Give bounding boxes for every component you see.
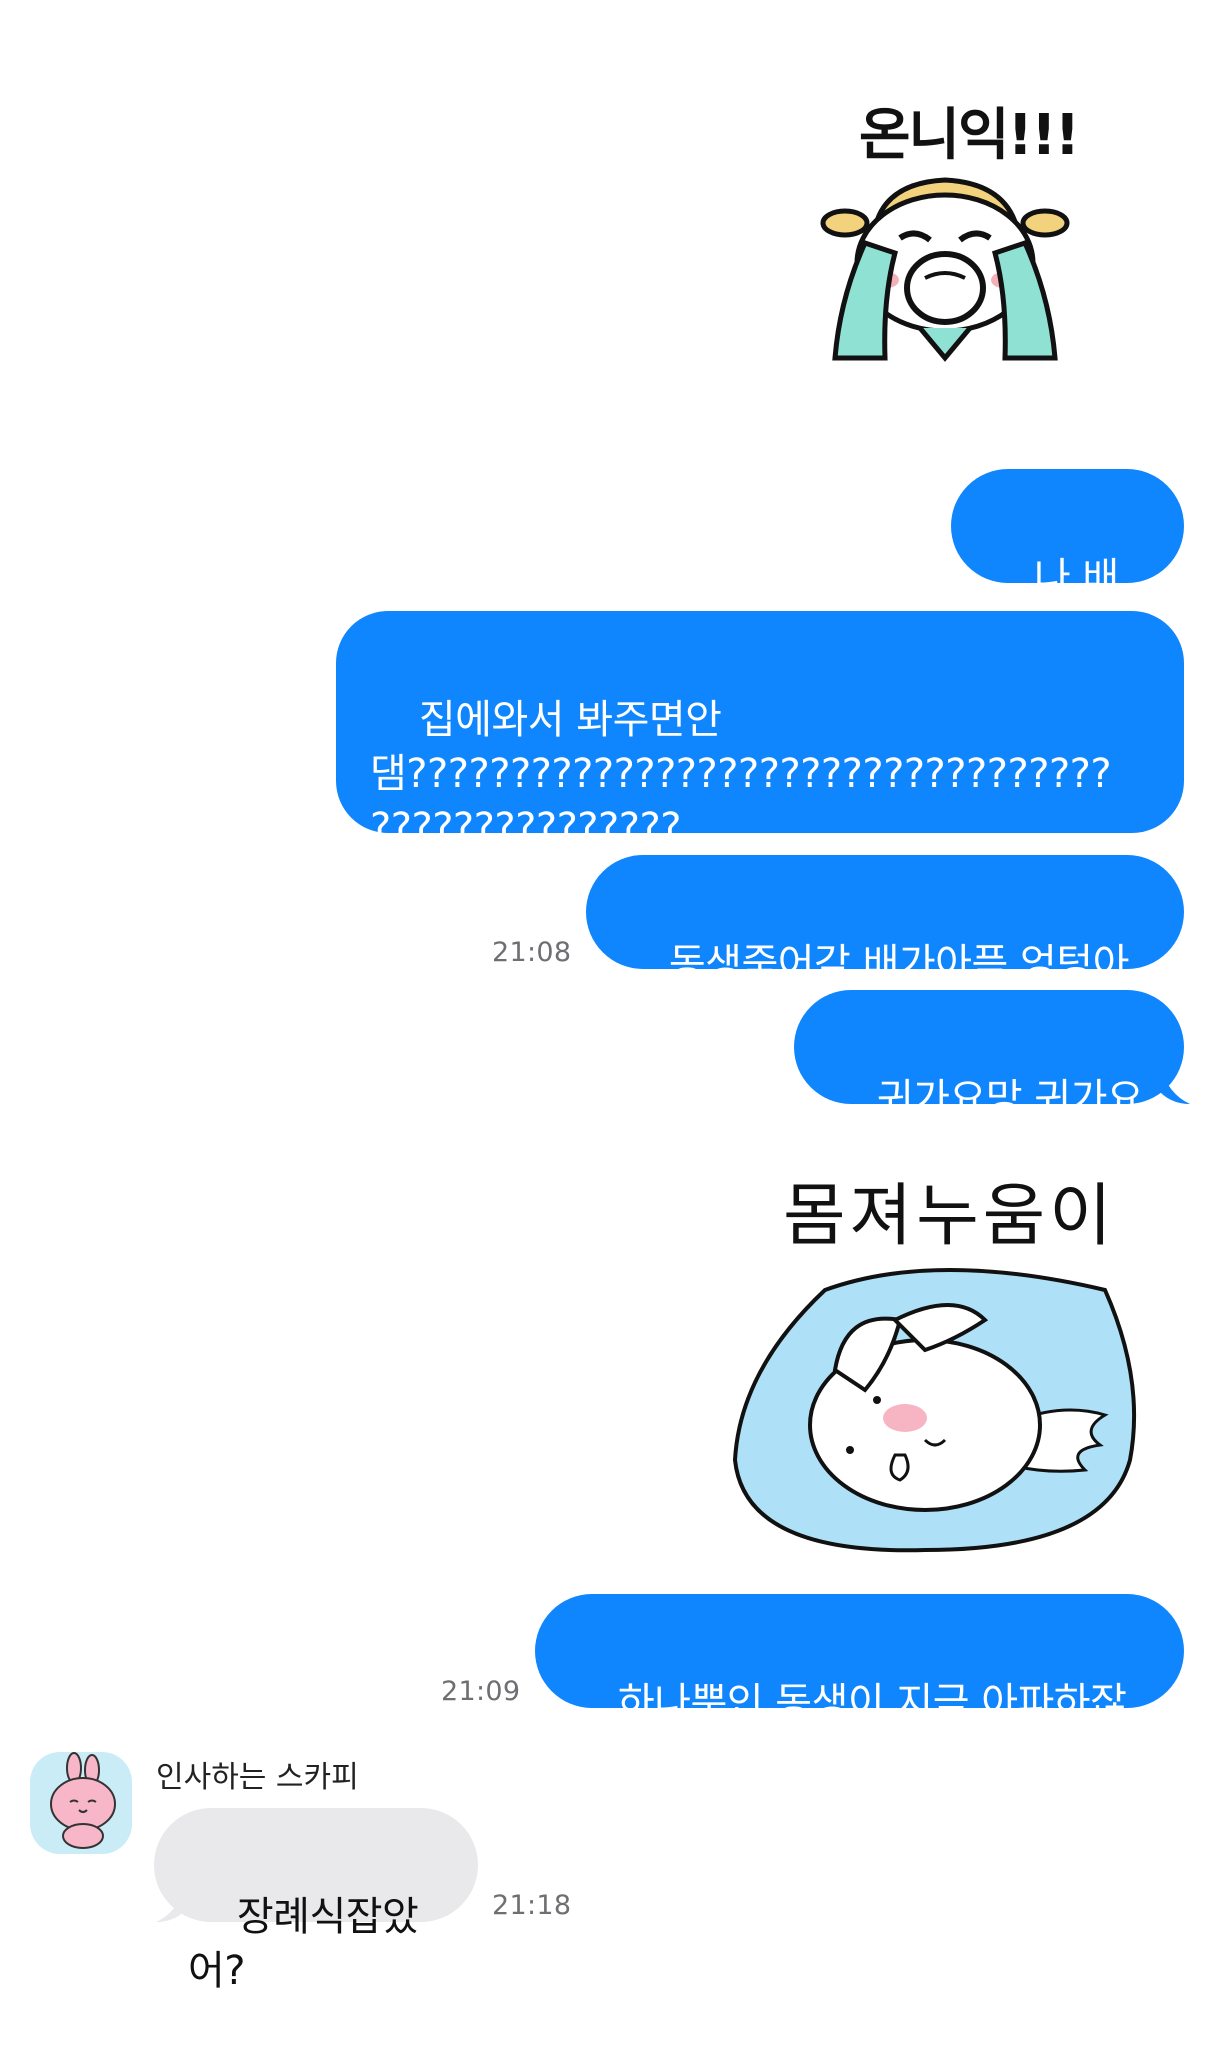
bunny-avatar-icon bbox=[50, 1752, 116, 1849]
outgoing-message-bubble[interactable]: 집에와서 봐주면안 댐?????????????????????????????… bbox=[336, 611, 1184, 851]
sender-name: 인사하는 스카피 bbox=[156, 1760, 359, 1795]
bubble-tail-icon bbox=[156, 1884, 186, 1922]
sticker-caption: 몸져누움이 bbox=[783, 1177, 1116, 1256]
sticker-caption: 온니익!!! bbox=[859, 103, 1080, 168]
outgoing-message-bubble[interactable]: 나 배아퍼 bbox=[951, 469, 1184, 655]
message-timestamp: 21:09 bbox=[441, 1676, 521, 1707]
incoming-message-bubble[interactable]: 장례식잡았어? bbox=[154, 1808, 478, 1994]
crying-girl-icon bbox=[820, 177, 1070, 362]
message-text: 하나뿐인 동생이 지금 아파하잖아 bbox=[569, 1680, 1127, 1780]
chat-thread: 온니익!!! 나 배아퍼 집에와서 봐주면안 댐????? bbox=[0, 0, 1206, 1994]
bubble-tail-icon bbox=[1160, 1066, 1190, 1104]
outgoing-message-bubble[interactable]: 하나뿐인 동생이 지금 아파하잖아 bbox=[535, 1594, 1184, 1780]
message-text: 장례식잡았어? bbox=[188, 1894, 419, 1994]
sticker-crying-girl[interactable]: 온니익!!! bbox=[815, 90, 1080, 362]
sender-avatar[interactable] bbox=[30, 1752, 132, 1854]
sticker-lying-bunny[interactable]: 몸져누움이 bbox=[725, 1160, 1145, 1560]
message-timestamp: 21:18 bbox=[492, 1890, 572, 1921]
message-text: 집에와서 봐주면안 댐?????????????????????????????… bbox=[370, 697, 1112, 851]
message-timestamp: 21:08 bbox=[492, 937, 572, 968]
outgoing-message-bubble[interactable]: 귀가요망 귀가요망 bbox=[794, 990, 1184, 1176]
lying-bunny-icon bbox=[732, 1268, 1137, 1553]
outgoing-message-bubble[interactable]: 동생죽어감 배가아픔 엉텅아픔 bbox=[586, 855, 1184, 1041]
